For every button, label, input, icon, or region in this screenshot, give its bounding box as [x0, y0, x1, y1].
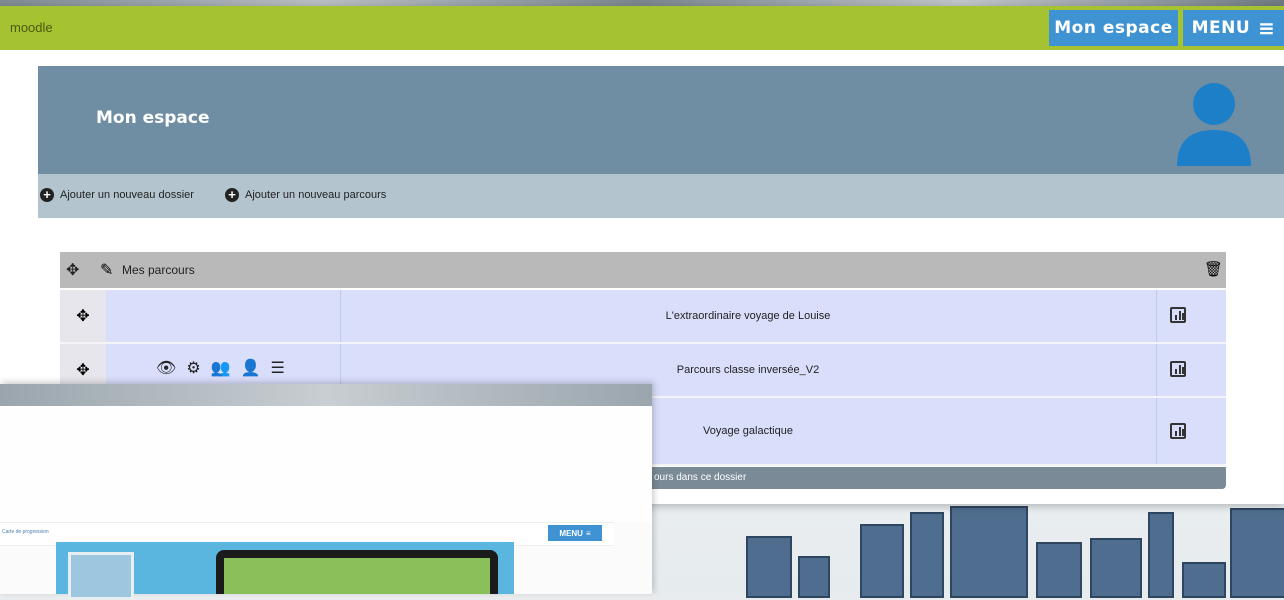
course-row: ✥ L'extraordinaire voyage de Louise	[60, 290, 1226, 344]
breadcrumb[interactable]: Carte de progression	[2, 529, 49, 535]
user-avatar-icon	[1177, 83, 1251, 166]
add-folder-label: Ajouter un nouveau dossier	[60, 189, 194, 201]
stats-icon[interactable]	[1170, 307, 1186, 323]
stats-icon[interactable]	[1170, 361, 1186, 377]
stats-icon[interactable]	[1170, 423, 1186, 439]
trash-icon[interactable]: 🗑	[1204, 260, 1223, 278]
course-row-tools: 👁 ⚙ 👥 👤 ☰	[156, 358, 285, 378]
top-navbar: moodle Mon espace MENU ≡	[0, 6, 1284, 50]
folder-footer-text: ours dans ce dossier	[654, 472, 747, 483]
tablet-graphic	[216, 550, 498, 594]
menu-label: MENU	[559, 528, 583, 538]
eye-icon[interactable]: 👁	[156, 358, 176, 378]
window-strip	[0, 384, 652, 406]
window-paper	[0, 406, 652, 522]
progress-map-scene	[56, 542, 514, 600]
folder-name: Mes parcours	[122, 263, 195, 277]
group-icon[interactable]: 👥	[211, 358, 231, 378]
menu-button[interactable]: MENU ≡	[1183, 10, 1284, 46]
site-logo[interactable]: moodle	[10, 20, 53, 35]
page-header: Mon espace	[38, 66, 1284, 174]
course-title[interactable]: L'extraordinaire voyage de Louise	[342, 290, 1154, 342]
mon-espace-button[interactable]: Mon espace	[1049, 10, 1178, 46]
edit-icon[interactable]: ✎	[100, 260, 113, 280]
city-illustration	[660, 498, 1284, 598]
progress-map-window: Carte de progression MENU ≡	[0, 384, 652, 600]
cogs-icon[interactable]: ⚙	[186, 358, 200, 378]
menu-button[interactable]: MENU ≡	[548, 525, 602, 541]
actions-bar: + Ajouter un nouveau dossier + Ajouter u…	[38, 174, 1284, 218]
move-icon[interactable]: ✥	[66, 260, 79, 280]
menu-label: MENU	[1191, 18, 1251, 38]
folder-header: ✥ ✎ Mes parcours 🗑	[60, 252, 1226, 288]
plus-circle-icon: +	[225, 188, 239, 202]
window-graphic	[68, 552, 134, 600]
map-graphic	[224, 558, 490, 594]
list-icon[interactable]: ☰	[271, 358, 285, 378]
page-title: Mon espace	[96, 108, 210, 128]
move-icon[interactable]: ✥	[60, 290, 106, 342]
hamburger-icon: ≡	[585, 528, 591, 538]
add-course-button[interactable]: + Ajouter un nouveau parcours	[225, 188, 386, 202]
user-icon[interactable]: 👤	[241, 358, 261, 378]
hamburger-icon: ≡	[1258, 16, 1276, 40]
plus-circle-icon: +	[40, 188, 54, 202]
add-course-label: Ajouter un nouveau parcours	[245, 189, 387, 201]
add-folder-button[interactable]: + Ajouter un nouveau dossier	[40, 188, 194, 202]
